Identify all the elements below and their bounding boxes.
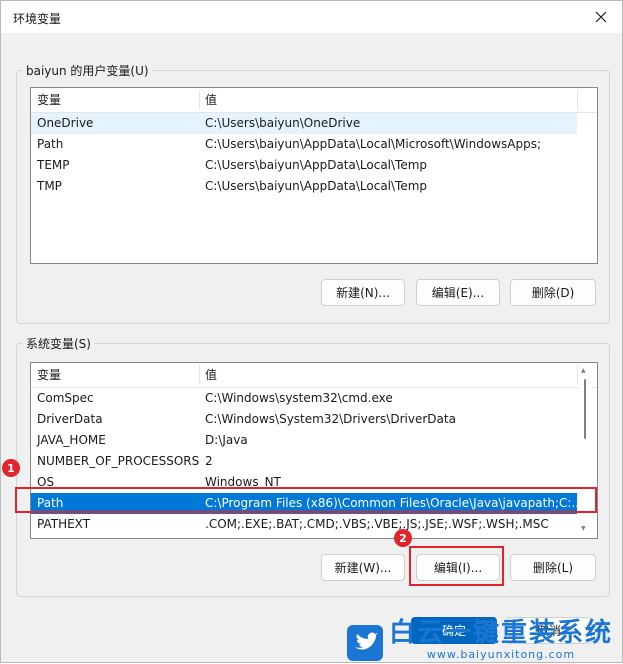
close-icon — [595, 11, 607, 23]
user-delete-button[interactable]: 删除(D) — [510, 279, 596, 306]
variable-value: D:\Java — [205, 433, 248, 447]
column-separator[interactable] — [577, 365, 578, 385]
step-badge-2: 2 — [394, 529, 412, 547]
scroll-thumb[interactable] — [584, 379, 586, 439]
list-item[interactable]: PATHEXT .COM;.EXE;.BAT;.CMD;.VBS;.VBE;.J… — [31, 514, 577, 535]
edit-button-highlight — [409, 546, 504, 586]
variable-name: PATHEXT — [37, 517, 91, 531]
system-variables-legend: 系统变量(S) — [23, 335, 94, 352]
environment-variables-dialog: 环境变量 baiyun 的用户变量(U) 变量 值 OneDrive C:\Us… — [0, 0, 623, 663]
variable-name: TMP — [37, 179, 62, 193]
user-new-button[interactable]: 新建(N)... — [321, 279, 405, 306]
variable-value: C:\Windows\system32\cmd.exe — [205, 391, 393, 405]
variable-name: NUMBER_OF_PROCESSORS — [37, 454, 200, 468]
variable-value: C:\Users\baiyun\AppData\Local\Temp — [205, 179, 428, 193]
user-edit-button[interactable]: 编辑(E)... — [416, 279, 500, 306]
watermark-text-block: 白云一键重装系统 www.baiyunxitong.com — [389, 618, 613, 661]
variable-name: DriverData — [37, 412, 103, 426]
list-item[interactable]: OneDrive C:\Users\baiyun\OneDrive — [31, 113, 577, 134]
column-header-variable[interactable]: 变量 — [31, 363, 199, 387]
list-header: 变量 值 — [31, 363, 597, 388]
title-bar: 环境变量 — [1, 1, 622, 33]
variable-value: C:\Windows\System32\Drivers\DriverData — [205, 412, 456, 426]
variable-name: Path — [37, 137, 64, 151]
list-item[interactable]: NUMBER_OF_PROCESSORS 2 — [31, 451, 577, 472]
column-header-variable[interactable]: 变量 — [31, 88, 199, 112]
variable-name: OneDrive — [37, 116, 94, 130]
variable-value: C:\Users\baiyun\OneDrive — [205, 116, 361, 130]
list-item[interactable]: JAVA_HOME D:\Java — [31, 430, 577, 451]
column-separator[interactable] — [577, 90, 578, 110]
variable-name: ComSpec — [37, 391, 94, 405]
variable-value: C:\Users\baiyun\AppData\Local\Temp — [205, 158, 428, 172]
list-item[interactable]: DriverData C:\Windows\System32\Drivers\D… — [31, 409, 577, 430]
user-variables-list[interactable]: 变量 值 OneDrive C:\Users\baiyun\OneDrive P… — [30, 87, 598, 264]
column-header-value[interactable]: 值 — [199, 88, 579, 112]
watermark-title: 白云一键重装系统 — [388, 618, 613, 648]
list-item[interactable]: TMP C:\Users\baiyun\AppData\Local\Temp — [31, 176, 577, 197]
variable-value: 2 — [205, 454, 213, 468]
user-variables-legend: baiyun 的用户变量(U) — [23, 62, 152, 79]
variable-value: C:\Users\baiyun\AppData\Local\Microsoft\… — [205, 137, 542, 151]
path-row-highlight — [15, 487, 597, 513]
list-item[interactable]: TEMP C:\Users\baiyun\AppData\Local\Temp — [31, 155, 577, 176]
system-new-button[interactable]: 新建(W)... — [321, 554, 405, 581]
system-delete-button[interactable]: 删除(L) — [510, 554, 596, 581]
watermark: 白云一键重装系统 www.baiyunxitong.com — [346, 618, 613, 661]
variable-value: .COM;.EXE;.BAT;.CMD;.VBS;.VBE;.JS;.JSE;.… — [205, 517, 549, 531]
close-button[interactable] — [590, 6, 612, 28]
scroll-up-icon[interactable]: ▲ — [581, 367, 586, 375]
window-title: 环境变量 — [13, 12, 62, 26]
step-badge-1: 1 — [2, 459, 20, 477]
twitter-bird-logo-icon — [346, 625, 383, 661]
list-item[interactable]: Path C:\Users\baiyun\AppData\Local\Micro… — [31, 134, 577, 155]
list-item[interactable]: ComSpec C:\Windows\system32\cmd.exe — [31, 388, 577, 409]
scroll-down-icon[interactable]: ▼ — [581, 525, 586, 533]
watermark-url: www.baiyunxitong.com — [426, 648, 576, 661]
column-header-value[interactable]: 值 — [199, 363, 579, 387]
variable-name: TEMP — [37, 158, 70, 172]
list-header: 变量 值 — [31, 88, 597, 113]
variable-name: JAVA_HOME — [37, 433, 106, 447]
